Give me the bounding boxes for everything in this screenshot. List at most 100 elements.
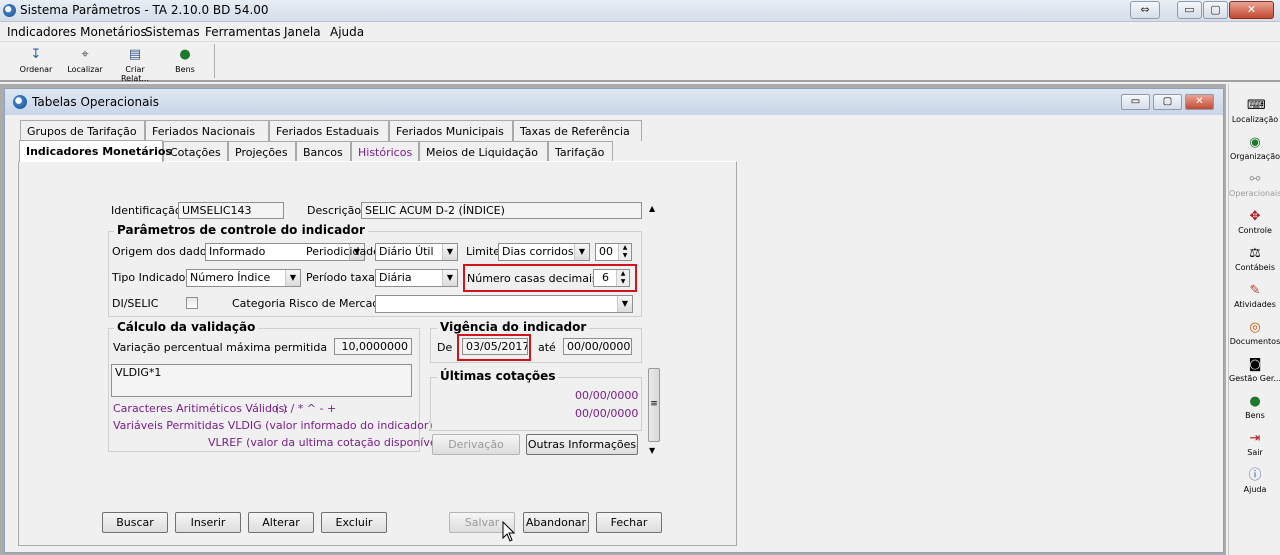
tab-historicos[interactable]: Históricos — [351, 141, 419, 162]
abandonar-button[interactable]: Abandonar — [523, 512, 589, 533]
form-scrollbar[interactable]: ▲ ≡ ▼ — [647, 202, 661, 458]
periodo-value: Diária — [379, 271, 412, 284]
descricao-field[interactable]: SELIC ACUM D-2 (ÍNDICE) — [361, 202, 642, 219]
tab-grupos-tarifacao[interactable]: Grupos de Tarifação — [20, 120, 145, 141]
tab-tarifacao[interactable]: Tarifação — [548, 141, 613, 162]
handshake-icon: ⚯ — [1249, 172, 1261, 187]
scales-icon: ⚖ — [1249, 246, 1261, 261]
ultimas-value-1: 00/00/0000 — [575, 389, 639, 402]
child-maximize-button[interactable]: ▢ — [1153, 94, 1182, 110]
fechar-button[interactable]: Fechar — [596, 512, 662, 533]
sidebar-item-atividades[interactable]: ✎ Atividades — [1229, 283, 1280, 309]
scroll-down-icon[interactable]: ▼ — [649, 446, 655, 455]
casas-stepper[interactable]: 6 ▲ ▼ — [593, 269, 630, 287]
stepper-arrows-icon[interactable]: ▲ ▼ — [618, 244, 631, 260]
diselic-checkbox[interactable] — [186, 297, 198, 309]
stepper-arrows-icon[interactable]: ▲ ▼ — [616, 270, 629, 286]
child-minimize-button[interactable]: ▭ — [1121, 94, 1150, 110]
sidebar-item-bens[interactable]: ● Bens — [1229, 394, 1280, 420]
tab-indicadores-monetarios[interactable]: Indicadores Monetários — [19, 140, 172, 162]
periodo-select[interactable]: Diária ▼ — [375, 269, 458, 287]
sidebar-label: Localização — [1231, 115, 1279, 124]
toolbar-bens-label: Bens — [175, 65, 195, 74]
vigencia-title: Vigência do indicador — [437, 320, 590, 334]
tab-projecoes[interactable]: Projeções — [228, 141, 296, 162]
outras-informacoes-button[interactable]: Outras Informações — [526, 434, 638, 455]
variacao-label: Variação percentual máxima permitida — [113, 341, 328, 354]
help-icon: ⓘ — [1248, 468, 1262, 483]
inserir-button[interactable]: Inserir — [175, 512, 241, 533]
tipo-select[interactable]: Número Índice ▼ — [186, 269, 301, 287]
camera-icon: ◙ — [1248, 357, 1262, 372]
variacao-field[interactable]: 10,0000000 — [334, 338, 412, 355]
limite-label: Limite — [466, 245, 501, 258]
ate-date-field[interactable]: 00/00/0000 — [563, 338, 632, 355]
tab-taxas-referencia[interactable]: Taxas de Referência — [513, 120, 642, 141]
variaveis-line1: Variáveis Permitidas VLDIG (valor inform… — [113, 419, 433, 432]
control-icon: ✥ — [1249, 209, 1261, 224]
child-close-button[interactable]: ✕ — [1185, 94, 1214, 110]
chevron-down-icon[interactable]: ▼ — [442, 244, 457, 260]
de-label: De — [437, 341, 453, 354]
scroll-up-icon[interactable]: ▲ — [649, 204, 655, 213]
buscar-button[interactable]: Buscar — [102, 512, 168, 533]
tab-feriados-nacionais[interactable]: Feriados Nacionais — [145, 120, 269, 141]
tab-bancos[interactable]: Bancos — [296, 141, 351, 162]
toolbar-localizar[interactable]: ⌖ Localizar — [62, 47, 108, 74]
menu-janela[interactable]: Janela — [284, 25, 321, 39]
sidebar-item-localizacao[interactable]: ⌨ Localização — [1229, 98, 1280, 124]
mouse-cursor-icon — [502, 521, 516, 542]
sidebar-item-contabeis[interactable]: ⚖ Contábeis — [1229, 246, 1280, 272]
excluir-button[interactable]: Excluir — [321, 512, 387, 533]
tipo-label: Tipo Indicador — [112, 271, 190, 284]
sidebar-item-gestao[interactable]: ◙ Gestão Ger... — [1229, 357, 1280, 383]
sidebar-item-controle[interactable]: ✥ Controle — [1229, 209, 1280, 235]
toolbar-separator — [214, 44, 215, 78]
restore-arrows-button[interactable]: ⇔ — [1130, 1, 1160, 19]
minimize-button[interactable]: ▭ — [1177, 1, 1202, 19]
tab-feriados-municipais[interactable]: Feriados Municipais — [389, 120, 513, 141]
de-date-field[interactable]: 03/05/2017 — [462, 338, 528, 355]
limite-select[interactable]: Dias corridos ▼ — [498, 243, 590, 261]
tab-meios-liquidacao[interactable]: Meios de Liquidação — [419, 141, 548, 162]
close-button[interactable]: ✕ — [1229, 1, 1274, 19]
chevron-down-icon[interactable]: ▼ — [617, 296, 632, 312]
right-sidebar: ⌨ Localização ◉ Organização ⚯ Operacionais … — [1228, 84, 1280, 555]
printer-icon: ▤ — [128, 47, 142, 62]
categoria-select[interactable]: ▼ — [375, 295, 633, 313]
sidebar-item-organizacao[interactable]: ◉ Organização — [1229, 135, 1280, 161]
derivacao-button[interactable]: Derivação — [432, 434, 520, 455]
sidebar-item-sair[interactable]: ⇥ Sair — [1229, 431, 1280, 457]
chevron-down-icon[interactable]: ▼ — [574, 244, 589, 260]
maximize-button[interactable]: ▢ — [1203, 1, 1228, 19]
locate-icon: ⌖ — [81, 47, 89, 62]
variaveis-line2: VLREF (valor da ultima cotação disponíve… — [208, 436, 444, 449]
menu-ajuda[interactable]: Ajuda — [330, 25, 364, 39]
scroll-thumb[interactable]: ≡ — [648, 368, 660, 442]
identificacao-field[interactable]: UMSELIC143 — [178, 202, 284, 219]
sidebar-item-documentos[interactable]: ◎ Documentos — [1229, 320, 1280, 346]
sidebar-item-operacionais[interactable]: ⚯ Operacionais — [1229, 172, 1280, 198]
casas-value: 6 — [602, 271, 609, 284]
origem-value: Informado — [209, 245, 266, 258]
limite-stepper[interactable]: 00 ▲ ▼ — [595, 243, 632, 261]
tab-feriados-estaduais[interactable]: Feriados Estaduais — [269, 120, 389, 141]
alterar-button[interactable]: Alterar — [248, 512, 314, 533]
money-bag-icon: ● — [1249, 394, 1261, 409]
chevron-down-icon[interactable]: ▼ — [442, 270, 457, 286]
periodicidade-select[interactable]: Diário Útil ▼ — [375, 243, 458, 261]
toolbar-bens[interactable]: ● Bens — [162, 47, 208, 74]
toolbar-ordenar-label: Ordenar — [19, 65, 53, 74]
menu-sistemas[interactable]: Sistemas — [145, 25, 200, 39]
toolbar-criar-relat[interactable]: ▤ Criar Relat... — [112, 47, 158, 83]
sidebar-label: Gestão Ger... — [1229, 374, 1280, 383]
sidebar-item-ajuda[interactable]: ⓘ Ajuda — [1229, 468, 1280, 494]
tab-cotacoes[interactable]: Cotações — [163, 141, 228, 162]
chevron-down-icon[interactable]: ▼ — [285, 270, 300, 286]
menu-indicadores[interactable]: Indicadores Monetários — [7, 25, 147, 39]
menu-ferramentas[interactable]: Ferramentas — [205, 25, 281, 39]
formula-field[interactable]: VLDIG*1 — [111, 364, 412, 397]
toolbar-ordenar[interactable]: ↧ Ordenar — [13, 47, 59, 74]
periodo-label: Período taxa — [306, 271, 375, 284]
periodicidade-label: Periodicidade — [306, 245, 380, 258]
